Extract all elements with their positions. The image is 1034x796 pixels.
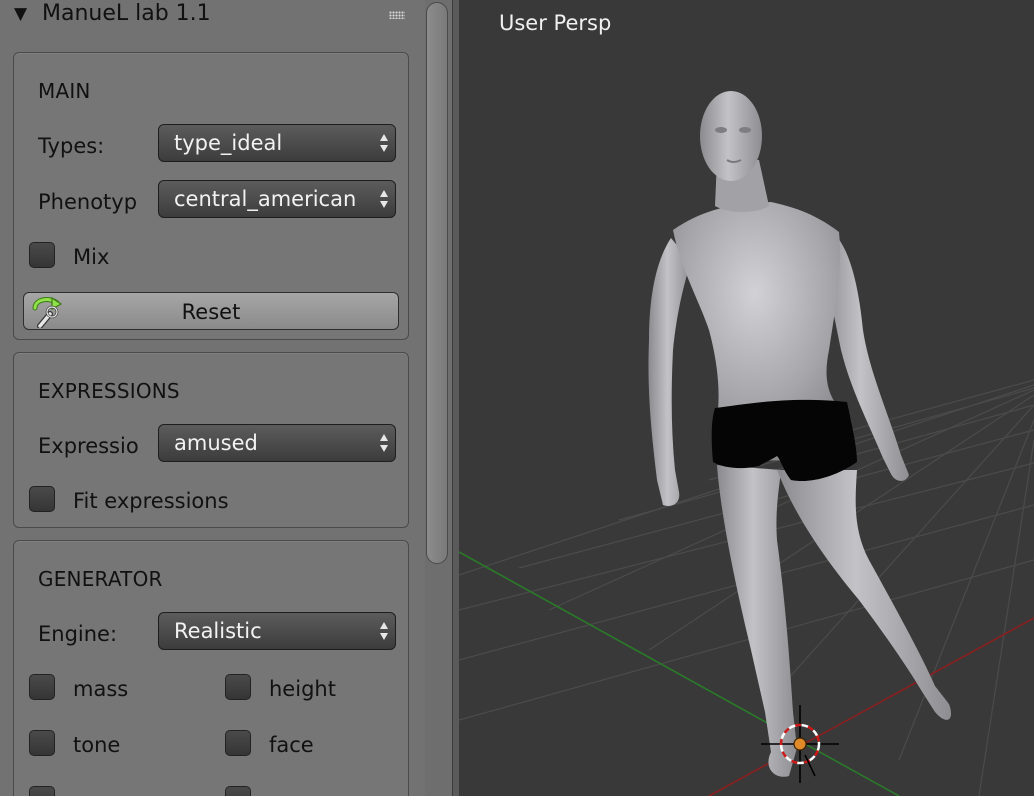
human-model xyxy=(648,91,952,777)
panel-header[interactable]: ▼ ManueL lab 1.1 xyxy=(0,0,420,32)
updown-arrows-icon xyxy=(380,190,388,208)
mass-label: mass xyxy=(73,677,129,701)
expressions-section: EXPRESSIONS Expressio amused Fit express… xyxy=(13,352,409,528)
height-checkbox[interactable] xyxy=(225,674,251,700)
main-section-title: MAIN xyxy=(38,79,91,103)
expression-value: amused xyxy=(174,431,258,455)
face-label: face xyxy=(269,733,314,757)
phenotype-dropdown[interactable]: central_american xyxy=(158,180,396,218)
engine-label: Engine: xyxy=(38,622,118,646)
fit-expressions-checkbox[interactable] xyxy=(29,486,55,512)
expression-label: Expressio xyxy=(38,434,139,458)
types-value: type_ideal xyxy=(174,131,283,155)
extra-checkbox[interactable] xyxy=(225,786,251,796)
mix-checkbox[interactable] xyxy=(29,242,55,268)
tone-checkbox[interactable] xyxy=(29,730,55,756)
extra-checkbox[interactable] xyxy=(29,786,55,796)
updown-arrows-icon xyxy=(380,622,388,640)
viewport-scene xyxy=(459,91,1034,796)
generator-section: GENERATOR Engine: Realistic mass height … xyxy=(13,540,409,796)
expressions-section-title: EXPRESSIONS xyxy=(38,379,180,403)
tool-panel: ▼ ManueL lab 1.1 MAIN Types: type_ideal … xyxy=(0,0,425,796)
3d-viewport[interactable]: User Persp xyxy=(459,0,1034,796)
height-label: height xyxy=(269,677,336,701)
types-dropdown[interactable]: type_ideal xyxy=(158,124,396,162)
mix-label: Mix xyxy=(73,245,110,269)
collapse-triangle-icon[interactable]: ▼ xyxy=(14,4,27,24)
updown-arrows-icon xyxy=(380,434,388,452)
panel-title: ManueL lab 1.1 xyxy=(42,1,211,26)
mass-checkbox[interactable] xyxy=(29,674,55,700)
types-label: Types: xyxy=(38,134,105,158)
y-axis-line xyxy=(459,551,900,796)
drag-grip-icon[interactable] xyxy=(389,11,405,19)
reset-label: Reset xyxy=(181,300,241,324)
generator-section-title: GENERATOR xyxy=(38,567,163,591)
tone-label: tone xyxy=(73,733,121,757)
phenotype-label: Phenotyp xyxy=(38,190,138,214)
phenotype-value: central_american xyxy=(174,187,357,211)
engine-dropdown[interactable]: Realistic xyxy=(158,612,396,650)
main-section: MAIN Types: type_ideal Phenotyp central_… xyxy=(13,52,409,340)
panel-scrollbar-thumb[interactable] xyxy=(426,2,448,564)
face-checkbox[interactable] xyxy=(225,730,251,756)
engine-value: Realistic xyxy=(174,619,262,643)
fit-expressions-label: Fit expressions xyxy=(73,489,229,513)
viewport-label: User Persp xyxy=(499,11,612,35)
reset-button[interactable]: Reset xyxy=(23,292,399,330)
expression-dropdown[interactable]: amused xyxy=(158,424,396,462)
updown-arrows-icon xyxy=(380,134,388,152)
